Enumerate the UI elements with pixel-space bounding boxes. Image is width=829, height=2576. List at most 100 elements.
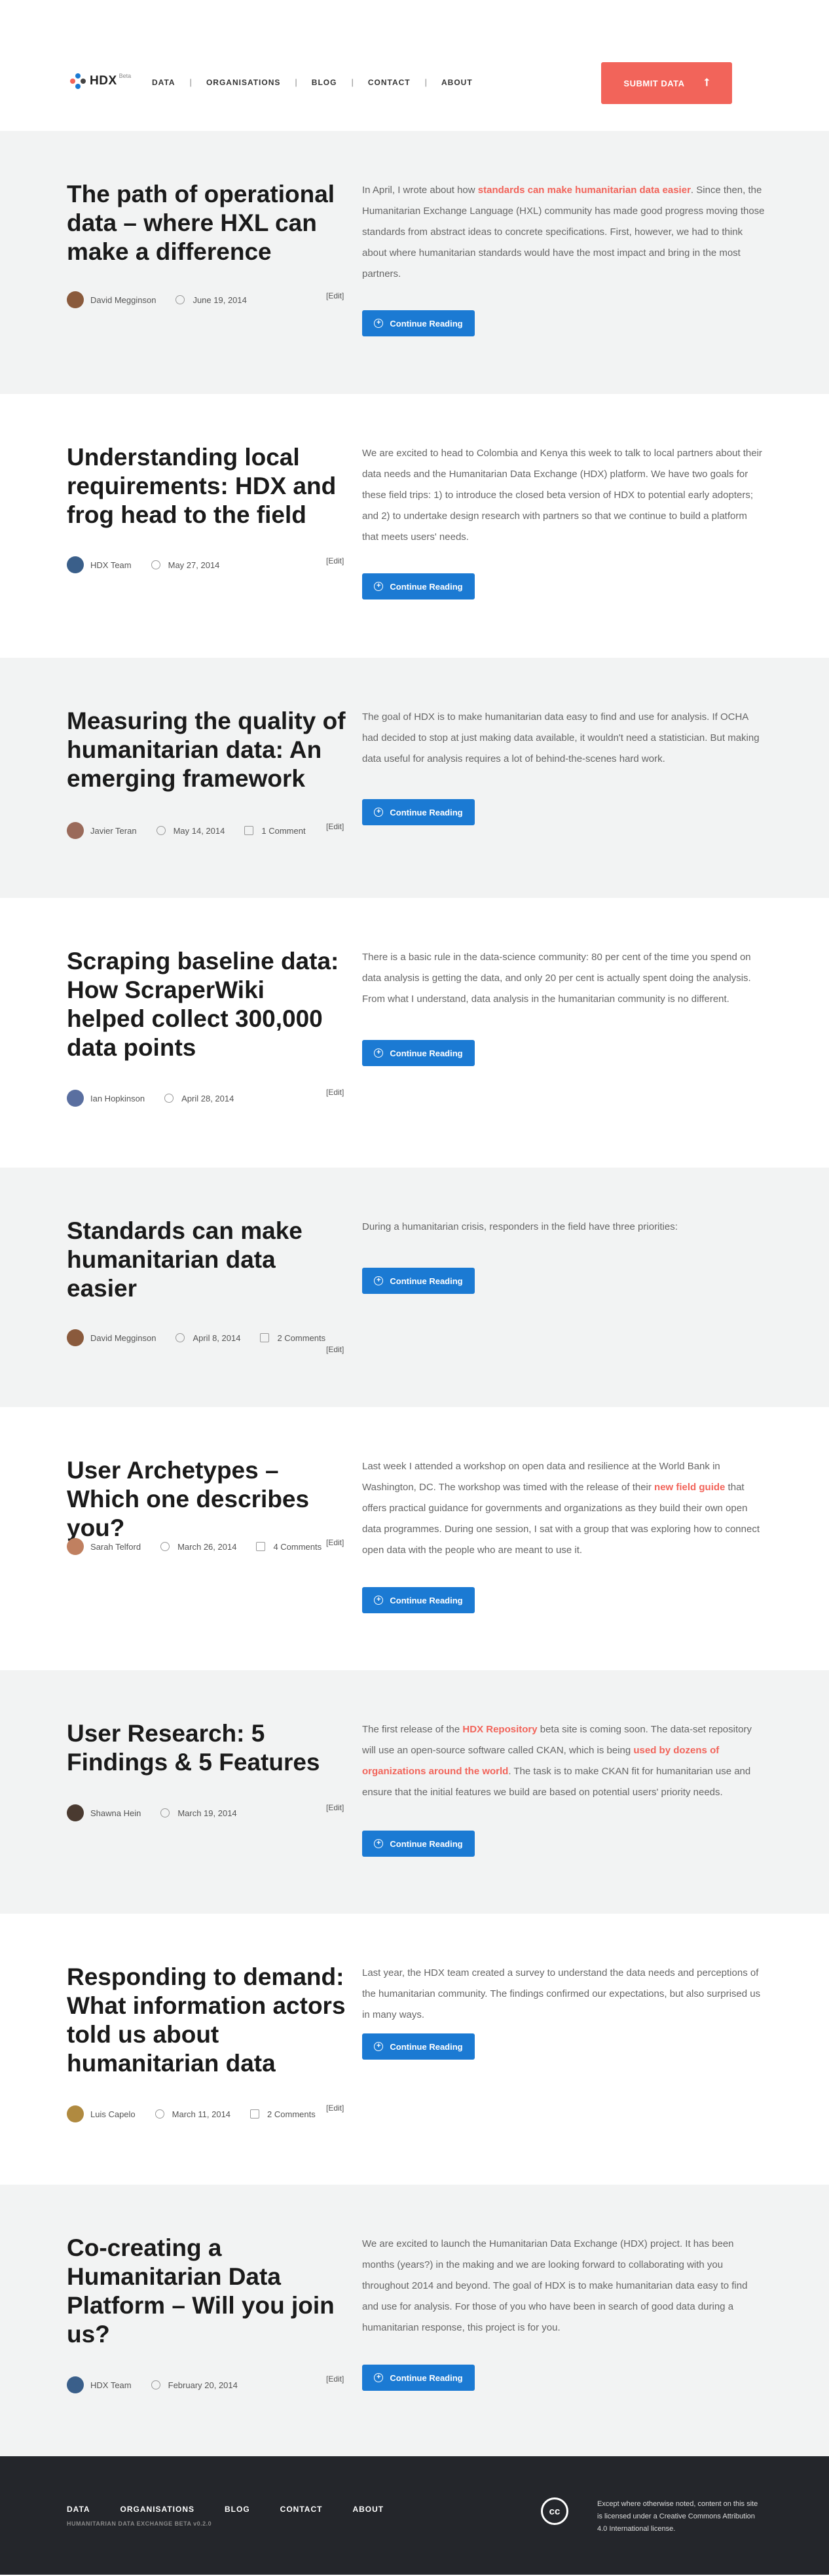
post-comments[interactable]: 2 Comments (277, 1333, 325, 1343)
post-comments[interactable]: 2 Comments (267, 2109, 316, 2119)
edit-link[interactable]: [Edit] (326, 291, 344, 300)
hdx-logo[interactable]: HDX Beta (70, 73, 131, 89)
clock-icon (164, 1094, 174, 1103)
post-meta: David Megginson April 8, 2014 2 Comments (67, 1329, 325, 1346)
edit-link[interactable]: [Edit] (326, 2103, 344, 2113)
logo-text: HDX (90, 74, 117, 88)
excerpt-link[interactable]: standards can make humanitarian data eas… (478, 185, 691, 196)
continue-reading-button[interactable]: + Continue Reading (362, 2365, 475, 2391)
post-meta: HDX Team February 20, 2014 (67, 2376, 238, 2393)
post-date: March 19, 2014 (177, 1808, 237, 1818)
post-date: February 20, 2014 (168, 2380, 238, 2390)
post-title[interactable]: Understanding local requirements: HDX an… (67, 443, 348, 529)
footer-nav-data[interactable]: DATA (67, 2505, 90, 2514)
post-meta: David Megginson June 19, 2014 (67, 291, 247, 308)
continue-reading-button[interactable]: + Continue Reading (362, 573, 475, 599)
post-author[interactable]: David Megginson (90, 295, 156, 305)
nav-data[interactable]: DATA (152, 78, 175, 87)
post-title[interactable]: Co-creating a Humanitarian Data Platform… (67, 2234, 348, 2349)
nav-divider: | (189, 77, 192, 87)
continue-reading-button[interactable]: + Continue Reading (362, 1268, 475, 1294)
post-excerpt: During a humanitarian crisis, responders… (362, 1221, 678, 1232)
continue-reading-button[interactable]: + Continue Reading (362, 799, 475, 825)
clock-icon (160, 1542, 170, 1551)
edit-link[interactable]: [Edit] (326, 1803, 344, 1812)
continue-reading-button[interactable]: + Continue Reading (362, 2033, 475, 2060)
post-comments[interactable]: 1 Comment (261, 826, 305, 836)
plus-circle-icon: + (374, 1839, 384, 1848)
upload-icon: ⭡ (704, 77, 710, 88)
post-author[interactable]: Ian Hopkinson (90, 1094, 145, 1103)
blog-post: Co-creating a Humanitarian Data Platform… (0, 2185, 829, 2456)
edit-link[interactable]: [Edit] (326, 1088, 344, 1097)
continue-reading-button[interactable]: + Continue Reading (362, 310, 475, 336)
post-title[interactable]: Measuring the quality of humanitarian da… (67, 707, 348, 793)
post-date: April 28, 2014 (181, 1093, 234, 1103)
submit-data-button[interactable]: SUBMIT DATA ⭡ (601, 62, 732, 104)
footer-nav-organisations[interactable]: ORGANISATIONS (120, 2505, 194, 2514)
nav-about[interactable]: ABOUT (441, 78, 473, 87)
nav-divider: | (424, 77, 428, 87)
post-author[interactable]: HDX Team (90, 2380, 132, 2390)
comment-icon (260, 1333, 270, 1342)
excerpt-link[interactable]: HDX Repository (462, 1724, 537, 1735)
avatar (67, 1329, 84, 1346)
post-author[interactable]: Javier Teran (90, 826, 137, 836)
continue-reading-button[interactable]: + Continue Reading (362, 1040, 475, 1066)
post-title[interactable]: User Research: 5 Findings & 5 Features (67, 1719, 348, 1777)
edit-link[interactable]: [Edit] (326, 1345, 344, 1354)
post-author[interactable]: Shawna Hein (90, 1808, 141, 1818)
hdx-logo-icon (70, 73, 86, 89)
post-title[interactable]: User Archetypes – Which one describes yo… (67, 1456, 348, 1543)
plus-circle-icon: + (374, 582, 384, 591)
plus-circle-icon: + (374, 1048, 384, 1058)
post-excerpt: The goal of HDX is to make humanitarian … (362, 711, 760, 764)
footer-nav-about[interactable]: ABOUT (352, 2505, 384, 2514)
continue-reading-label: Continue Reading (390, 807, 463, 817)
nav-divider: | (295, 77, 297, 87)
post-title[interactable]: Responding to demand: What information a… (67, 1963, 348, 2078)
continue-reading-button[interactable]: + Continue Reading (362, 1831, 475, 1857)
post-author[interactable]: HDX Team (90, 560, 132, 570)
submit-data-label: SUBMIT DATA (623, 78, 685, 88)
clock-icon (155, 2109, 164, 2119)
post-title[interactable]: The path of operational data – where HXL… (67, 180, 348, 266)
footer-nav-contact[interactable]: CONTACT (280, 2505, 323, 2514)
post-excerpt: The first release of the HDX Repository … (362, 1719, 765, 1803)
blog-post: Measuring the quality of humanitarian da… (0, 658, 829, 898)
post-meta: Shawna Hein March 19, 2014 (67, 1804, 237, 1821)
avatar (67, 1538, 84, 1555)
excerpt-text: . Since then, the Humanitarian Exchange … (362, 185, 765, 279)
nav-organisations[interactable]: ORGANISATIONS (206, 78, 280, 87)
post-author[interactable]: David Megginson (90, 1333, 156, 1343)
post-author[interactable]: Luis Capelo (90, 2109, 136, 2119)
edit-link[interactable]: [Edit] (326, 556, 344, 565)
edit-link[interactable]: [Edit] (326, 822, 344, 831)
creative-commons-icon[interactable]: cc (541, 2497, 568, 2525)
continue-reading-label: Continue Reading (390, 1595, 463, 1605)
continue-reading-label: Continue Reading (390, 1048, 463, 1058)
post-title[interactable]: Scraping baseline data: How ScraperWiki … (67, 947, 348, 1062)
continue-reading-label: Continue Reading (390, 1276, 463, 1286)
edit-link[interactable]: [Edit] (326, 2374, 344, 2384)
nav-contact[interactable]: CONTACT (368, 78, 411, 87)
plus-circle-icon: + (374, 808, 384, 817)
nav-blog[interactable]: BLOG (312, 78, 337, 87)
blog-post: User Research: 5 Findings & 5 Features S… (0, 1670, 829, 1914)
blog-post: Responding to demand: What information a… (0, 1914, 829, 2185)
post-date: March 11, 2014 (172, 2109, 231, 2119)
post-date: March 26, 2014 (177, 1541, 237, 1552)
clock-icon (156, 826, 166, 835)
post-comments[interactable]: 4 Comments (273, 1542, 322, 1552)
excerpt-link[interactable]: new field guide (654, 1482, 725, 1493)
post-author[interactable]: Sarah Telford (90, 1542, 141, 1552)
footer-nav-blog[interactable]: BLOG (225, 2505, 250, 2514)
edit-link[interactable]: [Edit] (326, 1538, 344, 1547)
avatar (67, 1804, 84, 1821)
post-title[interactable]: Standards can make humanitarian data eas… (67, 1217, 348, 1303)
nav-divider: | (351, 77, 354, 87)
footer-nav: DATA ORGANISATIONS BLOG CONTACT ABOUT (67, 2505, 414, 2514)
continue-reading-button[interactable]: + Continue Reading (362, 1587, 475, 1613)
avatar (67, 556, 84, 573)
post-date: April 8, 2014 (193, 1333, 241, 1343)
